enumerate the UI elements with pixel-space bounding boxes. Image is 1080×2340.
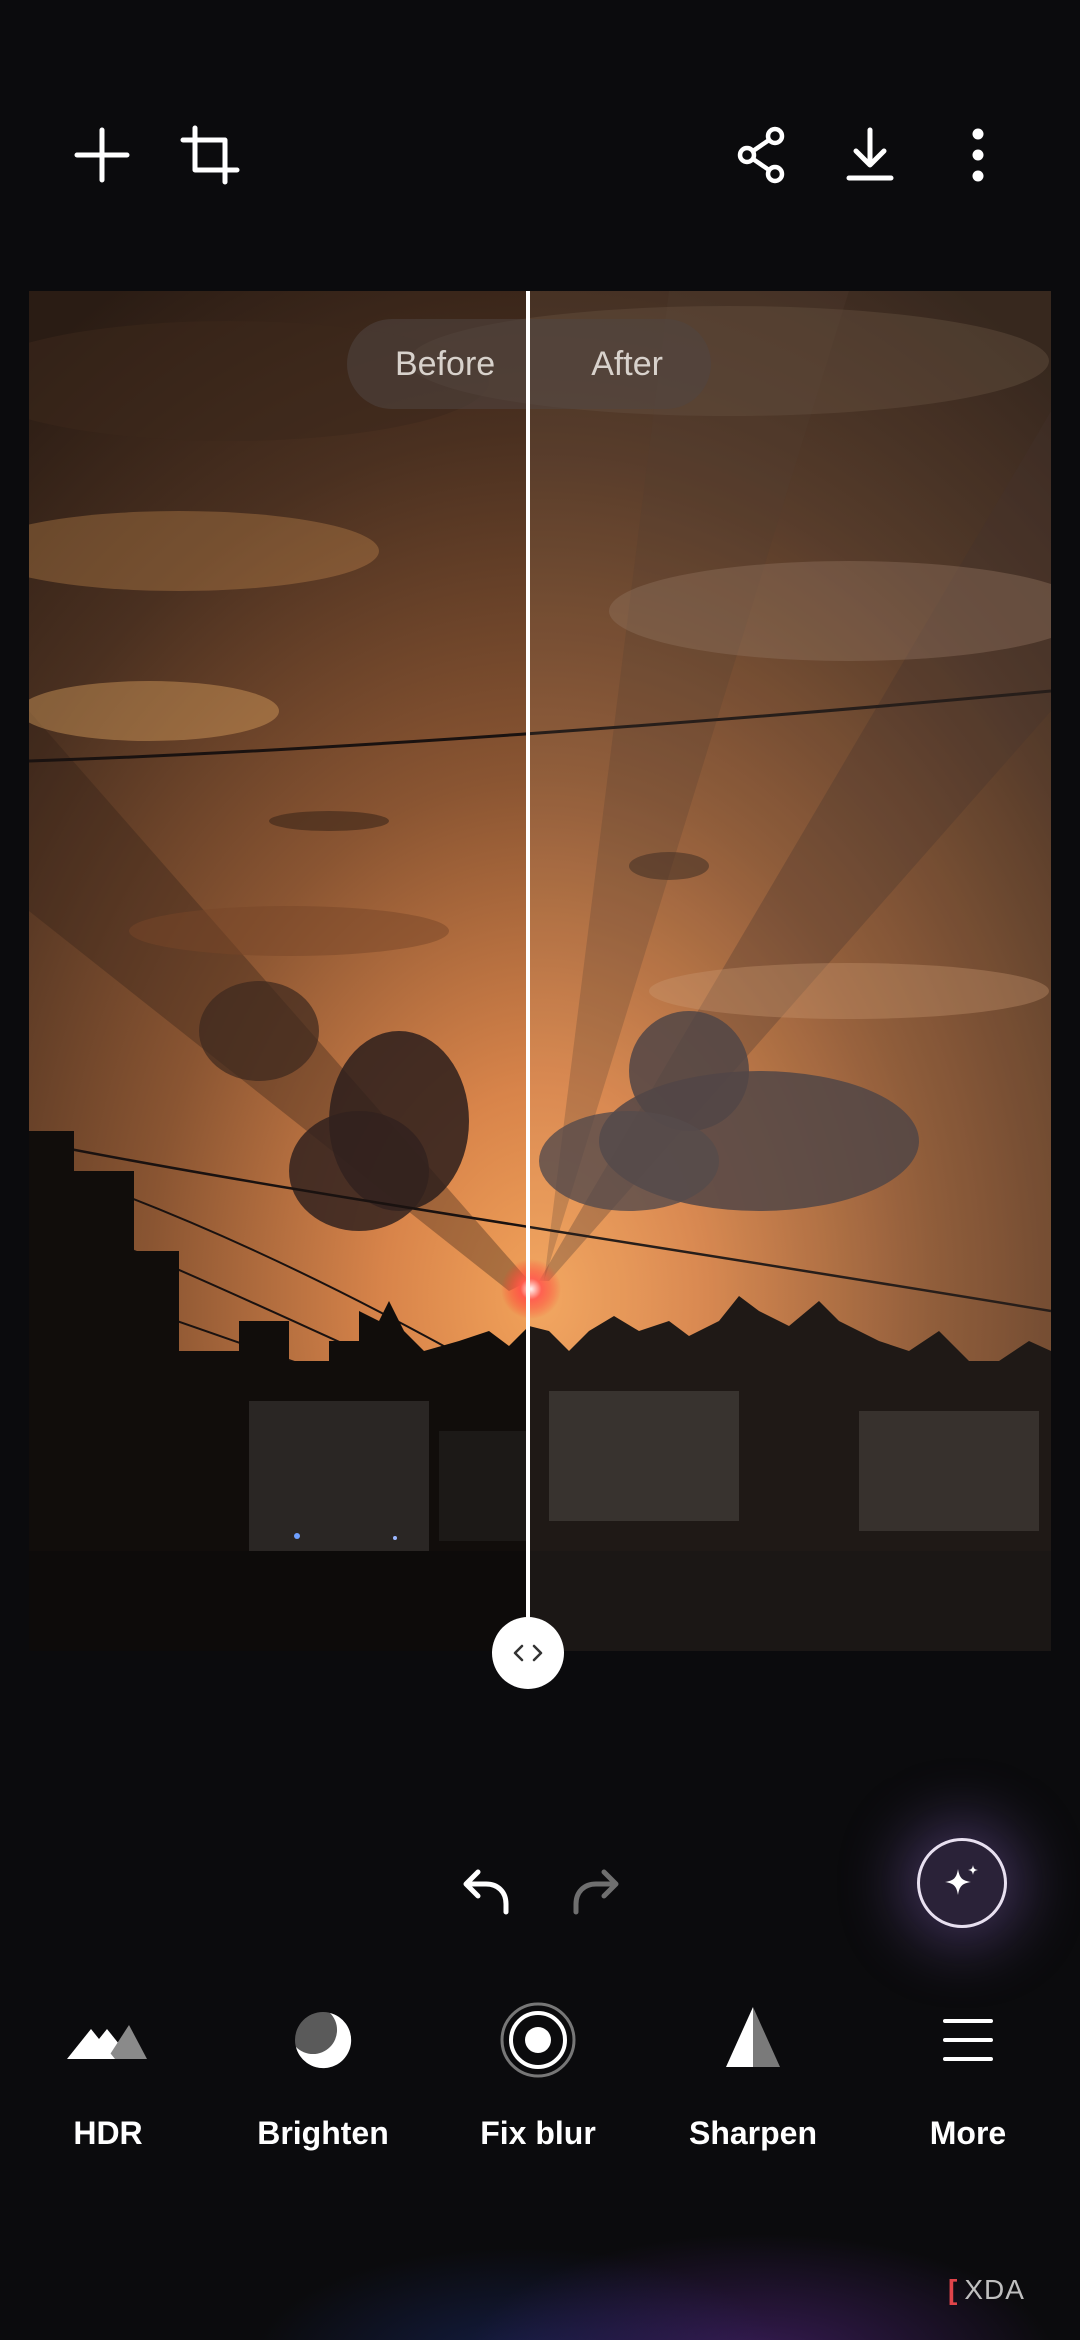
compare-divider-handle[interactable] xyxy=(492,1617,564,1689)
tool-label: Sharpen xyxy=(688,2115,818,2151)
after-label[interactable]: After xyxy=(591,345,663,384)
compare-divider-line[interactable] xyxy=(526,291,530,1651)
share-button[interactable] xyxy=(717,110,807,200)
download-icon xyxy=(846,127,894,181)
tool-brighten[interactable]: Brighten xyxy=(223,1995,423,2165)
watermark-logo-icon: [ xyxy=(948,2274,959,2305)
chevrons-left-right-icon xyxy=(513,1644,543,1662)
tool-label: More xyxy=(929,2115,1007,2151)
top-toolbar xyxy=(0,110,1080,200)
tool-hdr[interactable]: HDR xyxy=(8,1995,208,2165)
crop-icon xyxy=(180,125,240,185)
tool-more[interactable]: More xyxy=(868,1995,1068,2165)
tool-label: HDR xyxy=(73,2115,143,2151)
share-icon xyxy=(737,126,785,184)
tool-label: Fix blur xyxy=(480,2115,596,2151)
magic-enhance-button[interactable] xyxy=(917,1838,1007,1928)
plus-icon xyxy=(74,127,130,183)
crop-button[interactable] xyxy=(165,110,255,200)
redo-button[interactable] xyxy=(556,1850,636,1930)
tool-label: Brighten xyxy=(257,2115,389,2151)
photo-preview[interactable]: Before After xyxy=(29,291,1051,1651)
after-side-overlay xyxy=(529,291,1051,1651)
sparkle-icon xyxy=(945,1865,978,1895)
tool-fix-blur[interactable]: Fix blur xyxy=(438,1995,638,2165)
undo-button[interactable] xyxy=(446,1850,526,1930)
download-button[interactable] xyxy=(825,110,915,200)
moon-icon xyxy=(278,1995,368,2085)
tool-sharpen[interactable]: Sharpen xyxy=(653,1995,853,2165)
before-label[interactable]: Before xyxy=(395,345,495,384)
mountains-icon xyxy=(63,1995,153,2085)
redo-icon xyxy=(573,1869,619,1915)
triangle-icon xyxy=(708,1995,798,2085)
more-options-button[interactable] xyxy=(933,110,1023,200)
target-icon xyxy=(493,1995,583,2085)
watermark-text: XDA xyxy=(964,2274,1025,2305)
watermark: [ XDA xyxy=(948,2270,1025,2310)
menu-icon xyxy=(923,1995,1013,2085)
undo-icon xyxy=(463,1869,509,1915)
add-button[interactable] xyxy=(57,110,147,200)
more-vertical-icon xyxy=(972,128,984,182)
